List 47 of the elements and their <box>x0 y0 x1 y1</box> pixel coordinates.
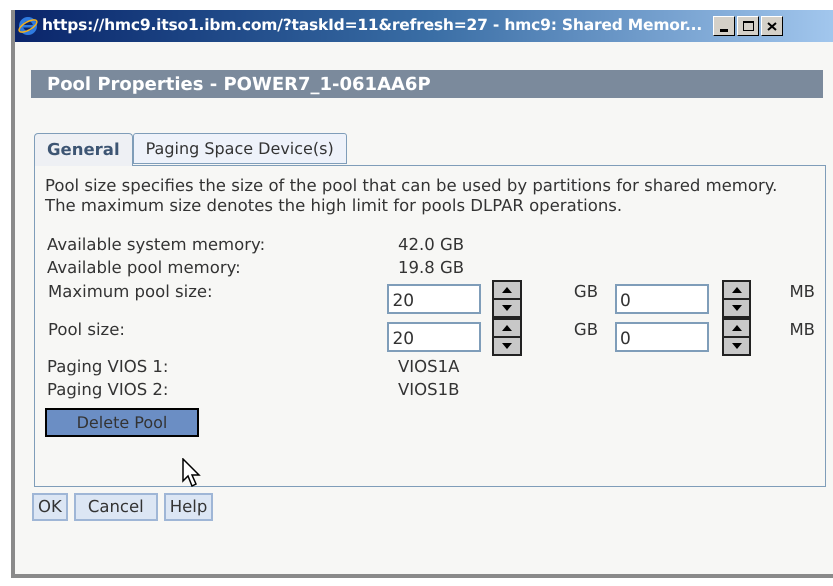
dialog-button[interactable]: OK <box>32 493 68 521</box>
down-triangle-icon <box>501 304 514 312</box>
field-label: Available system memory: <box>46 234 266 256</box>
minimize-button[interactable] <box>713 16 736 36</box>
up-triangle-icon <box>730 286 743 294</box>
description-text: Pool size specifies the size of the pool that can be used by partitions for shared memory. The maximum size denotes the high limit for pools DLPAR operations. <box>45 176 778 216</box>
field-value: 42.0 GB <box>398 234 464 256</box>
unit-label: MB <box>789 281 815 303</box>
tab[interactable]: General <box>34 133 133 166</box>
spinner-control[interactable] <box>722 318 752 356</box>
dialog-button[interactable]: Help <box>164 493 214 521</box>
field-label: Pool size: <box>47 319 126 341</box>
maximize-icon <box>742 21 754 31</box>
mouse-cursor-icon <box>182 458 202 488</box>
number-field[interactable]: 20 <box>387 322 482 352</box>
dialog-header: Pool Properties - POWER7_1-061AA6P <box>31 70 823 98</box>
field-label: Paging VIOS 2: <box>46 379 170 402</box>
field-value: VIOS1B <box>398 379 460 402</box>
delete-pool-button[interactable]: Delete Pool <box>45 408 199 437</box>
field-label: Available pool memory: <box>46 257 242 280</box>
dialog-button[interactable]: Cancel <box>74 493 158 521</box>
window-title: https://hmc9.itso1.ibm.com/?taskId=11&refresh=27 - hmc9: Shared Memor... <box>42 15 702 36</box>
up-triangle-icon <box>501 286 514 294</box>
minimize-icon <box>720 29 728 32</box>
spinner-control[interactable] <box>492 280 522 318</box>
field-value: VIOS1A <box>398 356 460 378</box>
field-value: 19.8 GB <box>398 257 464 280</box>
spinner-control[interactable] <box>492 318 522 356</box>
field-label: Paging VIOS 1: <box>46 356 170 378</box>
close-icon <box>767 22 778 30</box>
number-field[interactable]: 20 <box>387 284 482 314</box>
browser-logo-icon <box>17 15 39 37</box>
down-triangle-icon <box>730 342 743 350</box>
tab[interactable]: Paging Space Device(s) <box>132 133 347 164</box>
number-field[interactable]: 0 <box>615 284 709 314</box>
down-triangle-icon <box>730 304 743 312</box>
up-triangle-icon <box>730 324 743 332</box>
maximize-button[interactable] <box>737 16 760 36</box>
down-triangle-icon <box>501 342 514 350</box>
unit-label: GB <box>574 319 600 341</box>
field-label: Maximum pool size: <box>47 281 214 303</box>
unit-label: GB <box>574 281 600 303</box>
spinner-control[interactable] <box>722 280 752 318</box>
close-button[interactable] <box>761 16 784 36</box>
unit-label: MB <box>789 319 815 341</box>
up-triangle-icon <box>501 324 514 332</box>
number-field[interactable]: 0 <box>615 322 709 352</box>
